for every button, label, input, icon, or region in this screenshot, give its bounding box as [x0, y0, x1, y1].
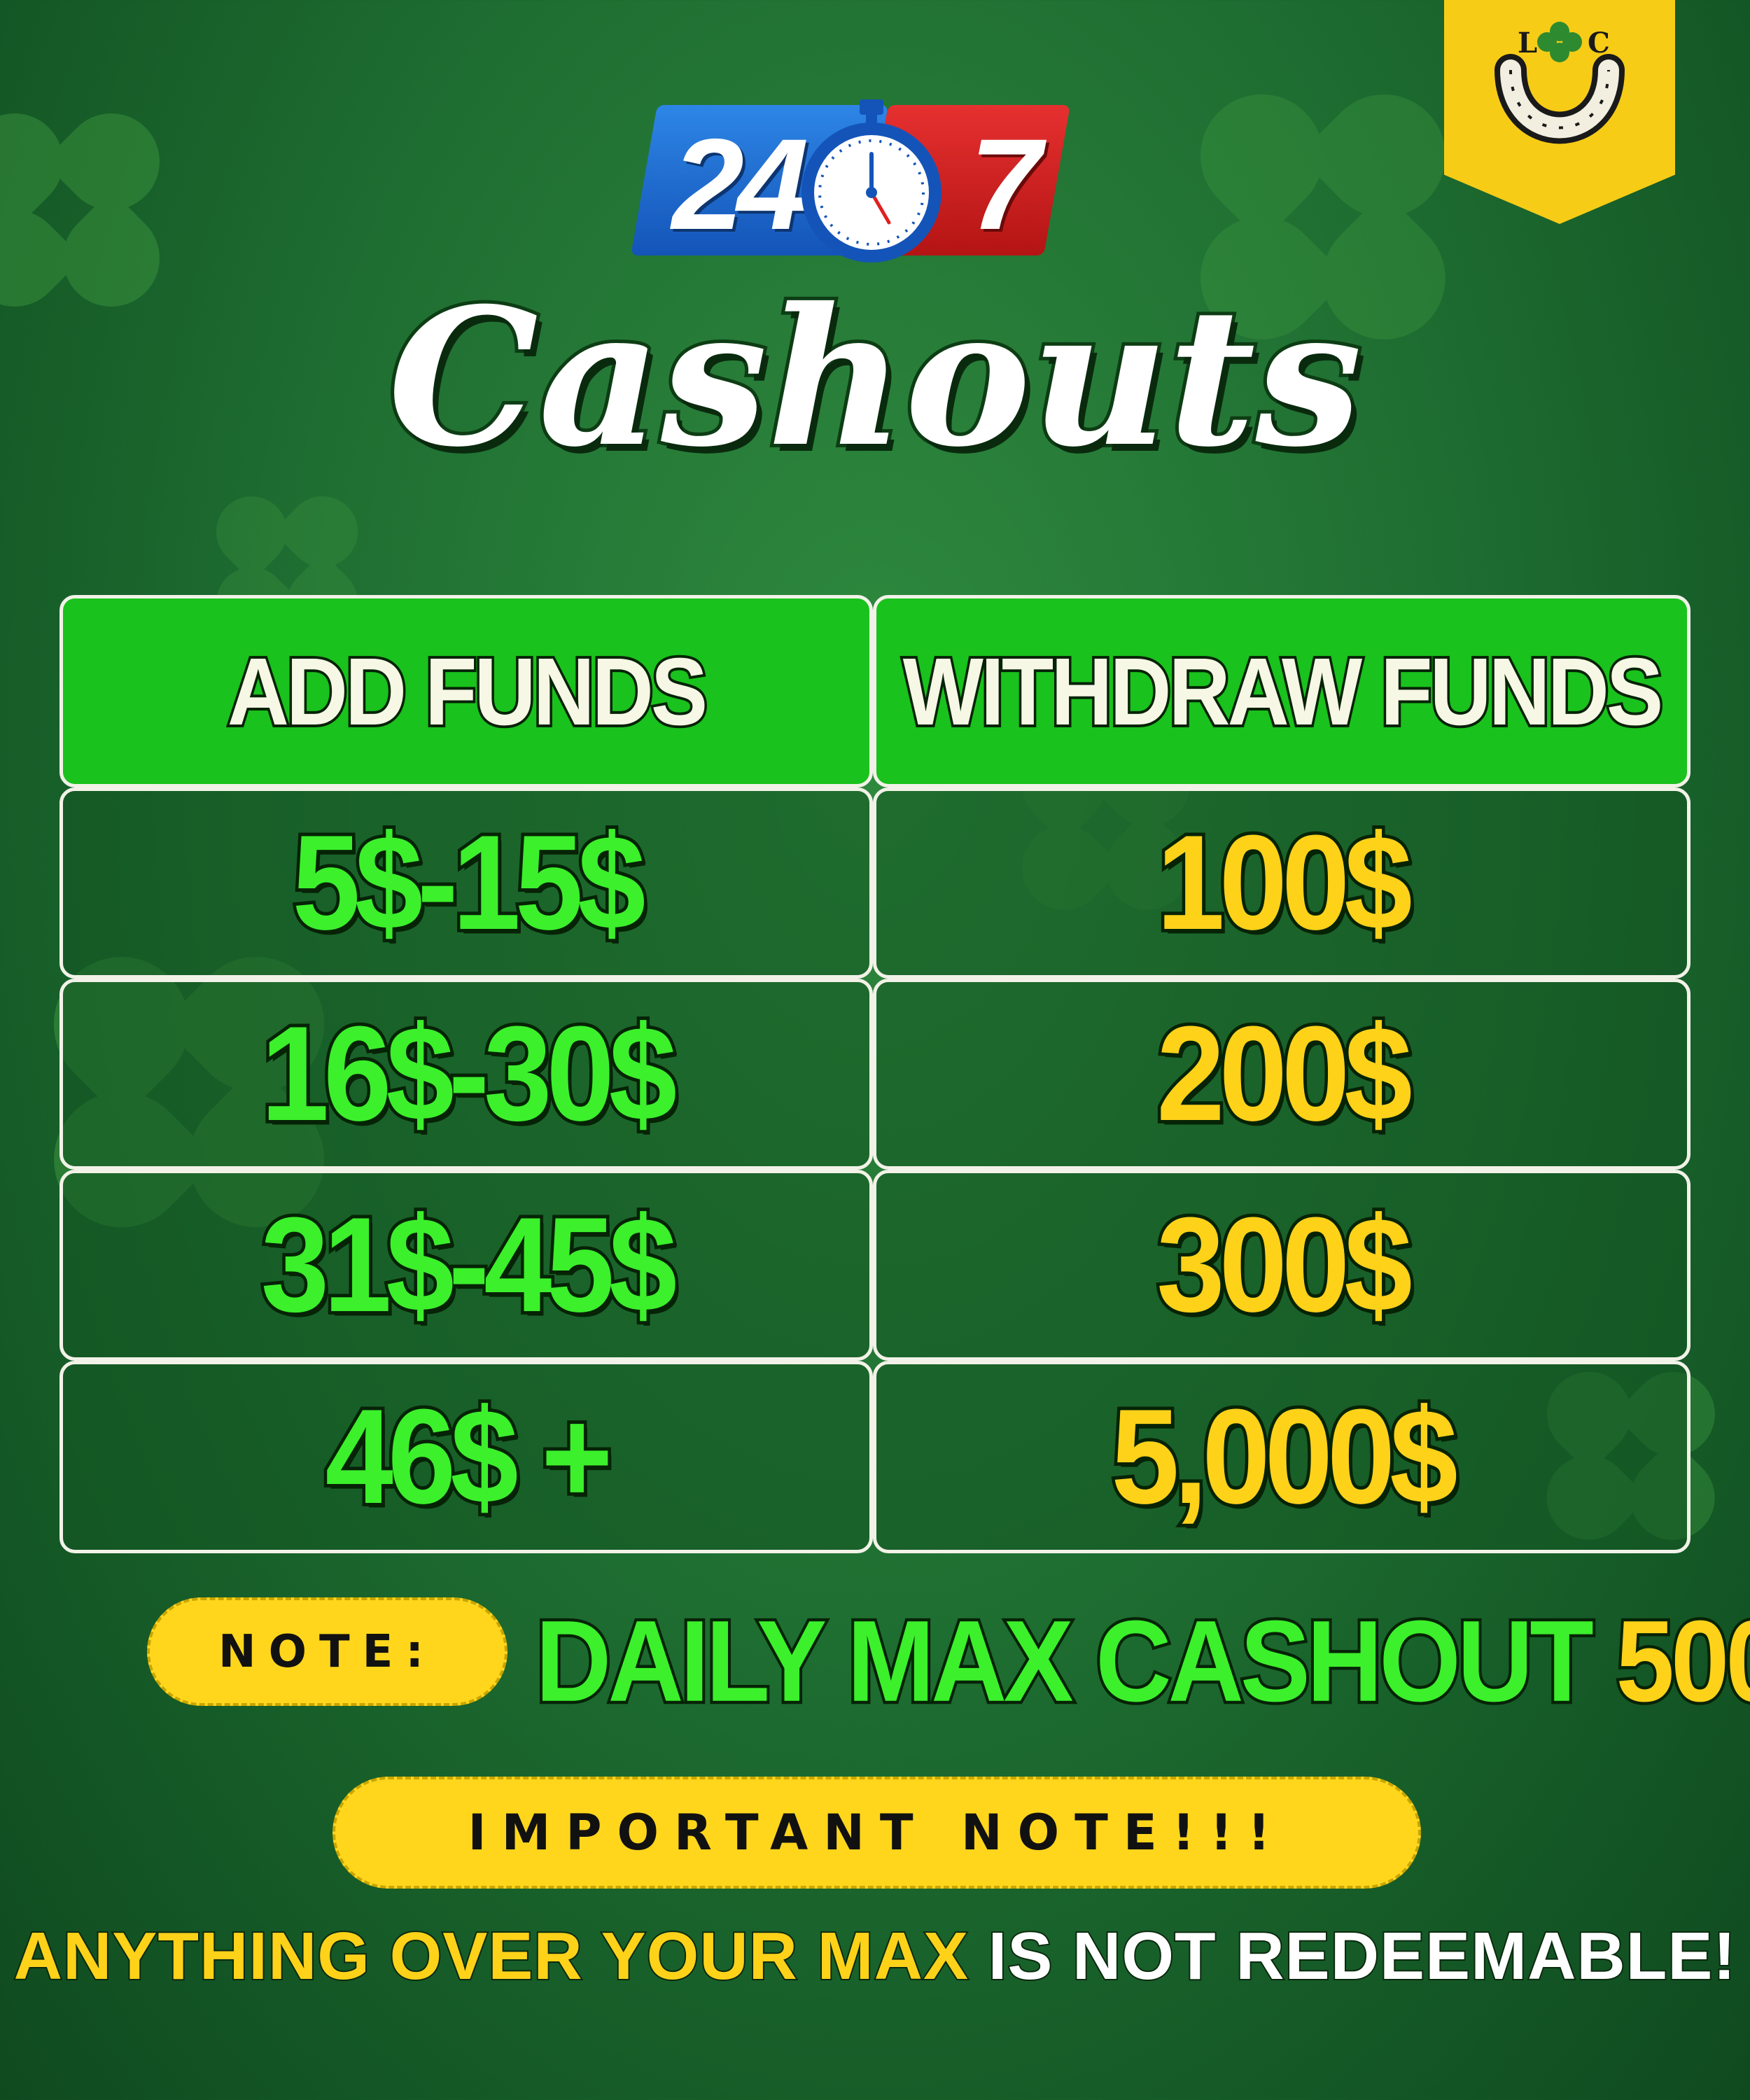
add-amount: 16$-30$ [258, 995, 680, 1152]
table-cell-add: 31$-45$ [59, 1170, 873, 1361]
add-amount: 46$ + [322, 1378, 616, 1535]
daily-max-amount: 500$ [1614, 1593, 1750, 1729]
table-cell-add: 5$-15$ [59, 788, 873, 979]
table-cell-withdraw: 100$ [873, 788, 1690, 979]
table-header-withdraw-funds: WITHDRAW FUNDS [873, 595, 1690, 788]
important-note-pill: IMPORTANT NOTE!!! [332, 1777, 1421, 1889]
horseshoe-clover-icon: L C [1494, 22, 1625, 144]
brand-text-24: 24 [672, 113, 809, 257]
brand-text-7: 7 [969, 113, 1042, 257]
withdraw-amount: 300$ [1154, 1186, 1415, 1343]
brand-24-7: 24 7 [631, 98, 1120, 266]
note-label: NOTE: [218, 1625, 436, 1678]
table-cell-add: 16$-30$ [59, 979, 873, 1170]
redeem-warning: ANYTHING OVER YOUR MAX IS NOT REDEEMABLE… [0, 1917, 1750, 1995]
redeem-warning-highlight: ANYTHING OVER YOUR MAX [13, 1917, 988, 1995]
important-note-label: IMPORTANT NOTE!!! [468, 1804, 1286, 1861]
table-cell-add: 46$ + [59, 1361, 873, 1553]
table-cell-withdraw: 5,000$ [873, 1361, 1690, 1553]
page-title: Cashouts [384, 262, 1365, 492]
redeem-warning-text: IS NOT REDEEMABLE! [987, 1917, 1737, 1995]
daily-max-text: DAILY MAX CASHOUT [533, 1593, 1616, 1729]
withdraw-amount: 200$ [1154, 995, 1415, 1152]
add-amount: 5$-15$ [289, 804, 649, 961]
daily-max-note: DAILY MAX CASHOUT 500$ [533, 1593, 1750, 1729]
withdraw-amount: 100$ [1154, 804, 1415, 961]
logo-letter-right: C [1588, 27, 1610, 59]
logo-letter-left: L [1518, 27, 1537, 59]
header-label: ADD FUNDS [225, 635, 710, 747]
table-cell-withdraw: 300$ [873, 1170, 1690, 1361]
withdraw-amount: 5,000$ [1108, 1378, 1461, 1535]
header-label: WITHDRAW FUNDS [900, 635, 1666, 747]
table-cell-withdraw: 200$ [873, 979, 1690, 1170]
note-label-pill: NOTE: [147, 1597, 507, 1706]
table-header-add-funds: ADD FUNDS [59, 595, 873, 788]
stopwatch-icon [802, 99, 941, 262]
brand-logo-badge[interactable]: L C [1444, 0, 1675, 224]
add-amount: 31$-45$ [258, 1186, 680, 1343]
